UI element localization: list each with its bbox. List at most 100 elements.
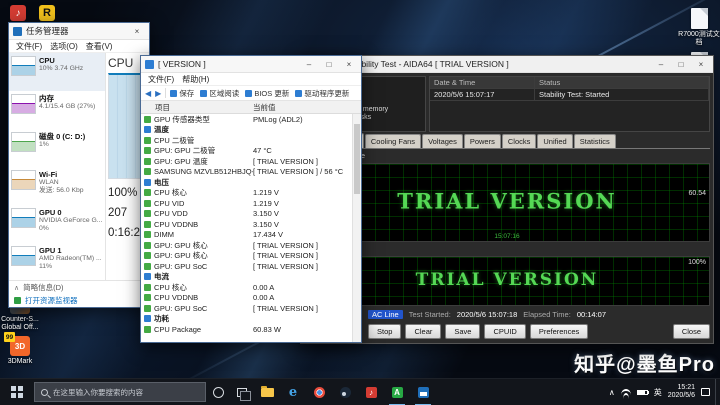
close-icon[interactable]: × xyxy=(341,60,357,69)
scrollbar[interactable] xyxy=(352,114,361,342)
maximize-icon[interactable]: □ xyxy=(321,60,337,69)
taskbar-file-explorer[interactable] xyxy=(254,379,280,405)
test-status-bar: AC Line Test Started: 2020/5/6 15:07:18 … xyxy=(368,308,710,321)
search-box[interactable]: 在这里输入你要搜索的内容 xyxy=(34,382,206,402)
clock-time: 15:21 xyxy=(677,383,695,391)
action-button[interactable]: Save xyxy=(445,323,481,339)
sensor-row[interactable]: 电流 xyxy=(141,272,361,283)
start-button[interactable] xyxy=(0,386,34,398)
toolbar-item[interactable]: 驱动程序更新 xyxy=(295,88,349,99)
tray-expand-icon[interactable]: ∧ xyxy=(609,388,615,397)
desktop-icon-3dmark[interactable]: 3D 99 3DMark xyxy=(0,332,41,366)
taskbar-task-manager[interactable] xyxy=(410,379,436,405)
action-center-icon[interactable] xyxy=(701,388,710,396)
taskbar-netease-music[interactable]: ♪ xyxy=(358,379,384,405)
graph1-legend: CPU Package xyxy=(304,151,710,161)
sensor-row[interactable]: 功耗 xyxy=(141,314,361,325)
sensor-item-icon xyxy=(144,136,151,144)
taskbar-aida64[interactable]: A xyxy=(384,379,410,405)
steam-icon xyxy=(339,386,351,398)
battery-icon[interactable] xyxy=(636,389,649,395)
desktop-icon-rockstar[interactable]: R xyxy=(26,5,68,21)
graph-tab[interactable]: Statistics xyxy=(573,134,616,148)
taskbar-clock[interactable]: 15:21 2020/5/6 xyxy=(668,384,695,401)
sensor-item-icon xyxy=(144,273,151,281)
graph-tab[interactable]: Cooling Fans xyxy=(364,134,422,148)
sensor-row[interactable]: CPU VDDNB 3.150 V xyxy=(141,219,361,230)
minimize-icon[interactable]: – xyxy=(653,60,669,69)
sidebar-item[interactable]: CPU 10% 3.74 GHz xyxy=(9,53,105,91)
ime-indicator[interactable]: 英 xyxy=(654,387,662,398)
sensor-row[interactable]: CPU Package 60.83 W xyxy=(141,324,361,335)
graph-tab[interactable]: Clocks xyxy=(501,134,537,148)
sensor-row[interactable]: CPU VID 1.219 V xyxy=(141,198,361,209)
sensor-row[interactable]: 电压 xyxy=(141,177,361,188)
action-button[interactable]: Clear xyxy=(405,323,442,339)
graph-tab[interactable]: Unified xyxy=(537,134,573,148)
back-icon[interactable]: ◀ xyxy=(145,89,151,98)
menu-item[interactable]: 文件(F) xyxy=(145,74,177,85)
status-log-header: Date & Time Status xyxy=(430,77,709,89)
forward-icon[interactable]: ▶ xyxy=(155,89,161,98)
task-manager-app-icon xyxy=(13,26,22,36)
task-view-button[interactable] xyxy=(230,387,254,401)
sensor-row[interactable]: GPU: GPU 核心 [ TRIAL VERSION ] xyxy=(141,251,361,262)
minimize-icon[interactable]: – xyxy=(301,60,317,69)
menu-item[interactable]: 帮助(H) xyxy=(179,74,212,85)
action-button[interactable]: Stop xyxy=(368,323,402,339)
sensor-row[interactable]: GPU 传感器类型 PMLog (ADL2) xyxy=(141,114,361,125)
sensor-row[interactable]: GPU: GPU 温度 [ TRIAL VERSION ] xyxy=(141,156,361,167)
scrollbar-thumb[interactable] xyxy=(354,124,360,194)
sensor-row[interactable]: CPU 核心 0.00 A xyxy=(141,282,361,293)
sensor-row[interactable]: CPU VDDNB 0.00 A xyxy=(141,293,361,304)
desktop-icon-r7000-doc[interactable]: R7000测试文档 xyxy=(678,8,720,47)
maximize-icon[interactable]: □ xyxy=(673,60,689,69)
menu-item[interactable]: 查看(V) xyxy=(83,41,116,52)
action-button[interactable]: CPUID xyxy=(484,323,526,339)
sensor-row[interactable]: GPU: GPU SoC [ TRIAL VERSION ] xyxy=(141,261,361,272)
window-title: [ VERSION ] xyxy=(158,59,206,69)
sensor-row[interactable]: CPU 二极管 xyxy=(141,135,361,146)
sensor-row[interactable]: GPU: GPU SoC [ TRIAL VERSION ] xyxy=(141,303,361,314)
sensor-row[interactable]: GPU: GPU 二极管 47 °C xyxy=(141,146,361,157)
cortana-button[interactable] xyxy=(206,386,230,398)
sidebar-item[interactable]: 内存 4.1/15.4 GB (27%) xyxy=(9,91,105,129)
sidebar-item[interactable]: GPU 1 AMD Radeon(TM) ... 11% xyxy=(9,243,105,280)
action-button[interactable]: Preferences xyxy=(529,323,589,339)
collapse-icon: ∧ xyxy=(14,284,20,292)
fewer-details-toggle[interactable]: ∧ 简略信息(D) xyxy=(9,281,149,294)
sensor-row[interactable]: CPU VDD 3.150 V xyxy=(141,209,361,220)
sidebar-item[interactable]: Wi-Fi WLAN 发送: 56.0 Kbp xyxy=(9,167,105,205)
taskbar-steam[interactable] xyxy=(332,379,358,405)
desktop-icon-label: Counter-S... Global Off... xyxy=(1,316,39,332)
taskbar-edge[interactable]: e xyxy=(280,379,306,405)
trial-watermark: TRIAL VERSION xyxy=(397,188,617,214)
close-button[interactable]: Close xyxy=(672,323,710,339)
toolbar-icon xyxy=(295,89,303,97)
sensor-row[interactable]: DIMM 17.434 V xyxy=(141,230,361,241)
sidebar-item[interactable]: GPU 0 NVIDIA GeForce G... 0% xyxy=(9,205,105,243)
graph-tab[interactable]: Voltages xyxy=(422,134,463,148)
sensor-row[interactable]: 温度 xyxy=(141,125,361,136)
menu-item[interactable]: 文件(F) xyxy=(13,41,45,52)
close-icon[interactable]: × xyxy=(693,60,709,69)
sidebar-item[interactable]: 磁盘 0 (C: D:) 1% xyxy=(9,129,105,167)
menu-item[interactable]: 选项(O) xyxy=(47,41,81,52)
log-datetime: 2020/5/6 15:07:17 xyxy=(430,89,535,101)
graph-tab[interactable]: Powers xyxy=(463,134,501,148)
sensor-row[interactable]: SAMSUNG MZVLB512HBJQ-... [ TRIAL VERSION… xyxy=(141,167,361,178)
toolbar-item[interactable]: BIOS 更新 xyxy=(245,88,289,99)
toolbar-item[interactable]: 保存 xyxy=(170,88,194,99)
toolbar-item[interactable]: 区域阅读 xyxy=(200,88,239,99)
sidebar-item-text: Wi-Fi WLAN 发送: 56.0 Kbp xyxy=(39,170,84,195)
close-icon[interactable]: × xyxy=(129,27,145,36)
sensor-row[interactable]: GPU: GPU 核心 [ TRIAL VERSION ] xyxy=(141,240,361,251)
sensor-row[interactable]: CPU 核心 1.219 V xyxy=(141,188,361,199)
music-icon: ♪ xyxy=(365,386,377,398)
taskbar-browser[interactable] xyxy=(306,379,332,405)
wifi-icon[interactable] xyxy=(620,389,631,395)
elapsed-label: Elapsed Time: xyxy=(523,309,571,319)
open-resource-monitor-link[interactable]: 打开资源监视器 xyxy=(9,294,149,307)
show-desktop-button[interactable] xyxy=(715,379,720,405)
folder-icon xyxy=(260,385,274,397)
